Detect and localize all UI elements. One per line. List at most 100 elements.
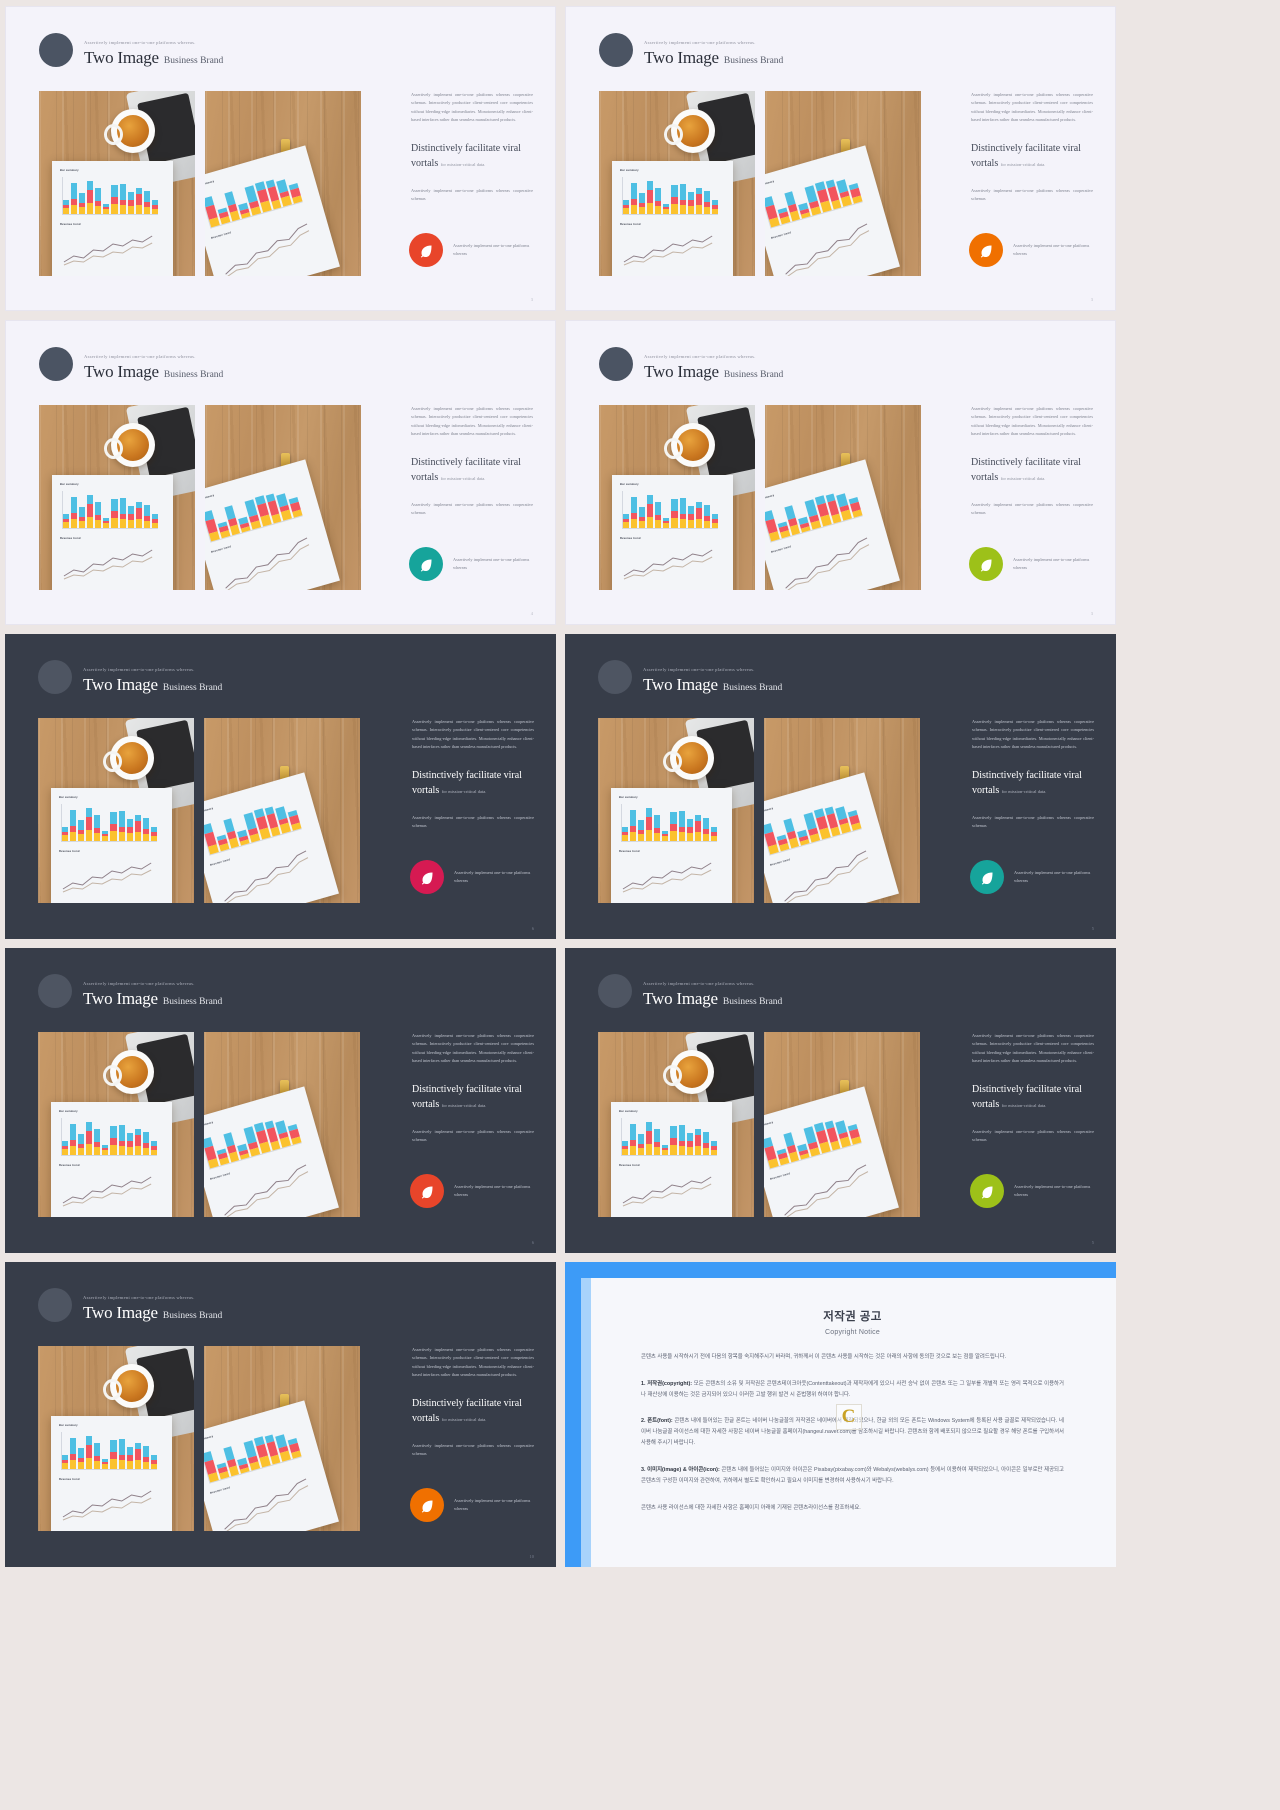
cta-text: Assertively implement one-to-one platfor… bbox=[453, 242, 530, 256]
copyright-footer: 콘텐츠 사용 라이선스에 대한 자세한 사항은 홈페이지 아래에 기재된 콘텐츠… bbox=[641, 1504, 861, 1511]
chart-paper-label-top: Bar summary bbox=[60, 169, 79, 172]
copyright-panel: 저작권 공고 Copyright Notice 콘텐츠 사용을 시작하시기 전에… bbox=[581, 1278, 1116, 1567]
copyright-notice-slide[interactable]: 저작권 공고 Copyright Notice 콘텐츠 사용을 시작하시기 전에… bbox=[565, 1262, 1116, 1567]
secondary-paragraph: Assertively implement one-to-one platfor… bbox=[411, 187, 533, 201]
cta-block[interactable]: Assertively implement one-to-one platfor… bbox=[970, 1174, 1094, 1208]
highlight-block: Distinctively facilitate viral vortals f… bbox=[411, 455, 533, 486]
slide-preview[interactable]: Assertively implement one-to-one platfor… bbox=[565, 634, 1116, 939]
leaf-icon[interactable] bbox=[410, 1174, 444, 1208]
photo-pair: Bar summary Revenue trend summary Revenu… bbox=[599, 91, 921, 276]
copyright-title-en: Copyright Notice bbox=[825, 1329, 880, 1336]
slide-title: Two Image bbox=[644, 47, 719, 67]
chart-paper-flat: Bar summary Revenue trend bbox=[51, 1416, 172, 1531]
highlight-small: for mission-critical data. bbox=[1000, 476, 1046, 481]
coffee-cup bbox=[664, 423, 715, 467]
copyright-watermark-icon: C bbox=[835, 1404, 862, 1430]
coffee-cup bbox=[664, 109, 715, 153]
slide-subtitle: Business Brand bbox=[723, 55, 784, 66]
paper-bar-chart bbox=[621, 804, 717, 842]
slide-eyebrow: Assertively implement one-to-one platfor… bbox=[83, 666, 195, 672]
chart-paper-label-bottom: Revenue trend bbox=[210, 231, 232, 240]
cta-block[interactable]: Assertively implement one-to-one platfor… bbox=[409, 233, 533, 267]
slide-title: Two Image bbox=[644, 361, 719, 381]
chart-paper-flat: Bar summary Revenue trend bbox=[51, 788, 172, 903]
highlight-block: Distinctively facilitate viral vortals f… bbox=[411, 141, 533, 172]
cta-block[interactable]: Assertively implement one-to-one platfor… bbox=[410, 1488, 534, 1522]
slide-subtitle: Business Brand bbox=[162, 682, 223, 693]
cta-block[interactable]: Assertively implement one-to-one platfor… bbox=[410, 1174, 534, 1208]
slide-preview[interactable]: Assertively implement one-to-one platfor… bbox=[5, 634, 556, 939]
highlight-small: for mission-critical data. bbox=[1000, 162, 1046, 167]
photo-left-desk-with-coffee: Bar summary Revenue trend bbox=[598, 1032, 754, 1217]
slide-preview[interactable]: Assertively implement one-to-one platfor… bbox=[565, 6, 1116, 311]
paper-line-chart bbox=[622, 545, 720, 581]
slide-preview[interactable]: Assertively implement one-to-one platfor… bbox=[5, 6, 556, 311]
paper-line-chart bbox=[215, 217, 319, 276]
copyright-item: 3. 이미지(image) & 아이콘(icon): 콘텐츠 내에 들어있는 이… bbox=[641, 1465, 1064, 1487]
cta-block[interactable]: Assertively implement one-to-one platfor… bbox=[410, 860, 534, 894]
chart-paper-label-top: Bar summary bbox=[764, 1120, 774, 1129]
photo-right-desk-with-fist: Bar summary Revenue trend bbox=[205, 91, 361, 276]
secondary-paragraph: Assertively implement one-to-one platfor… bbox=[971, 501, 1093, 515]
paper-bar-chart bbox=[61, 804, 157, 842]
slide-preview[interactable]: Assertively implement one-to-one platfor… bbox=[5, 1262, 556, 1567]
slide-eyebrow: Assertively implement one-to-one platfor… bbox=[644, 39, 756, 45]
paper-bar-chart bbox=[765, 479, 863, 543]
photo-pair: Bar summary Revenue trend summary Revenu… bbox=[38, 1346, 360, 1531]
secondary-paragraph: Assertively implement one-to-one platfor… bbox=[971, 187, 1093, 201]
body-paragraph: Assertively implement one-to-one platfor… bbox=[971, 406, 1093, 437]
cta-block[interactable]: Assertively implement one-to-one platfor… bbox=[969, 233, 1093, 267]
cta-block[interactable]: Assertively implement one-to-one platfor… bbox=[969, 547, 1093, 581]
leaf-icon[interactable] bbox=[970, 1174, 1004, 1208]
secondary-paragraph: Assertively implement one-to-one platfor… bbox=[411, 501, 533, 515]
chart-paper-label-top: Bar summary bbox=[59, 1424, 78, 1427]
paper-bar-chart bbox=[204, 1420, 302, 1484]
chart-paper-label-top: Bar summary bbox=[765, 493, 775, 502]
chart-paper-label-bottom: Revenue trend bbox=[60, 537, 81, 540]
body-paragraph: Assertively implement one-to-one platfor… bbox=[411, 92, 533, 123]
photo-right-desk-with-fist: Bar summary Revenue trend bbox=[204, 1346, 360, 1531]
slide-eyebrow: Assertively implement one-to-one platfor… bbox=[84, 353, 196, 359]
coffee-cup bbox=[104, 109, 155, 153]
chart-paper-label-bottom: Revenue trend bbox=[209, 1486, 231, 1495]
slide-text-column: Assertively implement one-to-one platfor… bbox=[412, 1032, 534, 1144]
cta-text: Assertively implement one-to-one platfor… bbox=[1014, 1183, 1091, 1197]
highlight-block: Distinctively facilitate viral vortals f… bbox=[972, 1082, 1094, 1113]
cta-text: Assertively implement one-to-one platfor… bbox=[1013, 242, 1090, 256]
slide-page-number: 6 bbox=[531, 1240, 534, 1245]
chart-paper-label-bottom: Revenue trend bbox=[620, 223, 641, 226]
leaf-icon[interactable] bbox=[969, 233, 1003, 267]
slide-title: Two Image bbox=[84, 47, 159, 67]
leaf-icon[interactable] bbox=[969, 547, 1003, 581]
paper-bar-chart bbox=[622, 177, 718, 215]
brand-dot-icon bbox=[598, 660, 632, 694]
slide-page-number: 4 bbox=[530, 611, 533, 616]
leaf-icon[interactable] bbox=[410, 860, 444, 894]
highlight-small: for mission-critical data. bbox=[440, 162, 486, 167]
chart-paper-label-top: Bar summary bbox=[60, 483, 79, 486]
slide-preview[interactable]: Assertively implement one-to-one platfor… bbox=[565, 948, 1116, 1253]
secondary-paragraph: Assertively implement one-to-one platfor… bbox=[412, 1442, 534, 1456]
slide-title: Two Image bbox=[83, 1302, 158, 1322]
photo-left-desk-with-coffee: Bar summary Revenue trend bbox=[39, 91, 195, 276]
chart-paper-label-top: Bar summary bbox=[204, 806, 214, 815]
leaf-icon[interactable] bbox=[409, 233, 443, 267]
slide-header: Assertively implement one-to-one platfor… bbox=[38, 974, 222, 1008]
cta-block[interactable]: Assertively implement one-to-one platfor… bbox=[409, 547, 533, 581]
coffee-cup bbox=[103, 1364, 154, 1408]
slide-subtitle: Business Brand bbox=[163, 369, 224, 380]
leaf-icon[interactable] bbox=[970, 860, 1004, 894]
leaf-icon[interactable] bbox=[410, 1488, 444, 1522]
cta-block[interactable]: Assertively implement one-to-one platfor… bbox=[970, 860, 1094, 894]
copyright-item-label: 3. 이미지(image) & 아이콘(icon): bbox=[641, 1466, 720, 1473]
slide-text-column: Assertively implement one-to-one platfor… bbox=[411, 405, 533, 517]
brand-dot-icon bbox=[38, 660, 72, 694]
paper-line-chart bbox=[62, 231, 160, 267]
slide-preview[interactable]: Assertively implement one-to-one platfor… bbox=[5, 948, 556, 1253]
photo-right-desk-with-fist: Bar summary Revenue trend bbox=[765, 91, 921, 276]
leaf-icon[interactable] bbox=[409, 547, 443, 581]
chart-paper-label-bottom: Revenue trend bbox=[619, 850, 640, 853]
slide-preview[interactable]: Assertively implement one-to-one platfor… bbox=[5, 320, 556, 625]
paper-bar-chart bbox=[62, 491, 158, 529]
slide-preview[interactable]: Assertively implement one-to-one platfor… bbox=[565, 320, 1116, 625]
